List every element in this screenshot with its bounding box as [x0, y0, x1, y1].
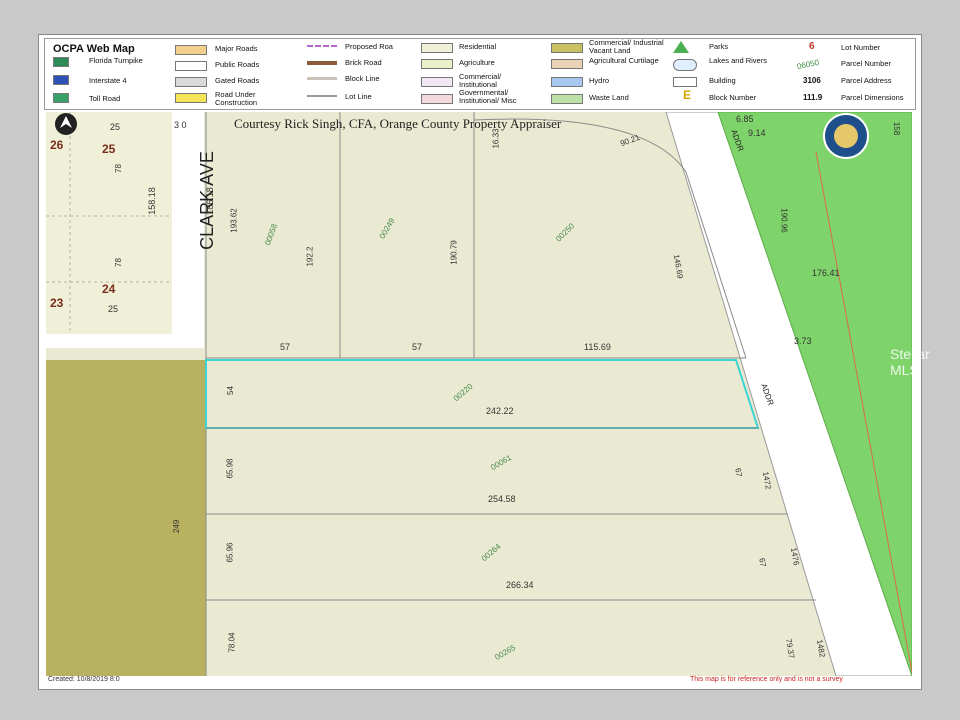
legend-interstate-4: Interstate 4	[89, 76, 127, 85]
parcel-00264-dim-b: 266.34	[506, 580, 534, 590]
parcel-00265-dim-a: 78.04	[227, 632, 237, 653]
parcel-number-sample: 06050	[796, 57, 820, 72]
lot-24: 24	[102, 282, 116, 296]
legend-waste-land: Waste Land	[589, 93, 629, 102]
residential-swatch	[421, 43, 453, 53]
building-swatch	[673, 77, 697, 87]
parcel-00264-dim-a: 65.96	[225, 542, 235, 563]
legend-block-number: Block Number	[709, 93, 757, 102]
turnpike-icon	[53, 57, 69, 67]
parcel-00250-dim-d: 115.69	[584, 342, 611, 352]
parcel-00061-dim-c: 67	[733, 467, 744, 478]
legend-vacant-land: Commercial/ Industrial Vacant Land	[589, 38, 664, 55]
legend-parks: Parks	[709, 42, 729, 51]
governmental-swatch	[421, 94, 453, 104]
stellar-mls-watermark: Stellar MLS	[890, 346, 930, 378]
parcel-00058-dim-c: 57	[280, 342, 291, 352]
lot-25: 25	[102, 142, 116, 156]
legend-agriculture: Agriculture	[459, 58, 495, 67]
legend-road-under-construction: Road Under Construction	[215, 90, 258, 107]
parcel-00249-dim-b: 57	[412, 342, 423, 352]
lakes-rivers-icon	[673, 59, 697, 71]
vacant-land-parcel	[46, 360, 206, 676]
disclaimer-text: This map is for reference only and is no…	[690, 676, 843, 683]
legend-lot-line: Lot Line	[345, 92, 372, 101]
dim-158: 158	[892, 121, 902, 136]
block-line-swatch	[307, 77, 337, 80]
selected-parcel-00220	[205, 359, 760, 429]
courtesy-banner: Courtesy Rick Singh, CFA, Orange County …	[234, 116, 562, 131]
parcel-address-sample: 3106	[803, 76, 821, 85]
legend-toll-road: Toll Road	[89, 94, 121, 103]
dim-3-73: 3.73	[794, 336, 812, 346]
legend-public-roads: Public Roads	[215, 60, 260, 69]
legend-agricultural-curtilage: Agricultural Curtilage	[589, 56, 659, 65]
legend-gated-roads: Gated Roads	[215, 76, 260, 85]
legend-title: OCPA Web Map	[53, 43, 135, 55]
legend-brick-road: Brick Road	[345, 58, 382, 67]
parcel-00220-dim-a: 54	[225, 386, 235, 395]
dim-25-bottom: 25	[108, 304, 119, 314]
dim-190-96: 190.96	[779, 208, 789, 233]
agriculture-swatch	[421, 59, 453, 69]
parcel-00061-dim-b: 254.58	[488, 494, 516, 504]
legend-lakes-rivers: Lakes and Rivers	[709, 56, 767, 65]
legend-proposed-road: Proposed Roa	[345, 42, 393, 51]
legend-building: Building	[709, 76, 736, 85]
parcel-00058-dim-a: 193.62	[229, 208, 239, 233]
map-canvas	[46, 112, 912, 676]
dim-158-18: 158.18	[146, 187, 157, 215]
dim-249: 249	[172, 519, 182, 534]
dim-30: 3 0	[174, 120, 187, 130]
legend-commercial-institutional: Commercial/ Institutional	[459, 72, 502, 89]
parcel-00220-dim-b: 242.22	[486, 406, 514, 416]
lot-line-swatch	[307, 95, 337, 97]
lot-number-sample: 6	[809, 41, 815, 52]
commercial-institutional-swatch	[421, 77, 453, 87]
legend-florida-turnpike: Florida Turnpike	[89, 56, 143, 65]
hydro-swatch	[551, 77, 583, 87]
legend-residential: Residential	[459, 42, 497, 51]
major-roads-swatch	[175, 45, 207, 55]
dim-6-85: 6.85	[736, 114, 754, 124]
legend-lot-number: Lot Number	[841, 43, 881, 52]
vacant-land-swatch	[551, 43, 583, 53]
created-date: Created: 10/8/2019 8:0	[48, 676, 120, 683]
parcel-00058-dim-b: 192.2	[305, 246, 315, 267]
map-legend: OCPA Web Map Florida Turnpike Interstate…	[44, 38, 916, 110]
curtilage-swatch	[551, 59, 583, 69]
legend-governmental: Governmental/ Institutional/ Misc	[459, 88, 517, 105]
parcel-map[interactable]: CLARK AVE ADDR ADDR 26 25 25 78 158.18 1…	[46, 112, 912, 676]
dim-9-14: 9.14	[748, 128, 766, 138]
parcel-dimension-sample: 111.9	[803, 93, 823, 102]
public-roads-swatch	[175, 61, 207, 71]
toll-road-icon	[53, 93, 69, 103]
dim-186-18: 186.18	[204, 187, 215, 215]
gated-roads-swatch	[175, 77, 207, 87]
legend-block-line: Block Line	[345, 74, 380, 83]
lot-23: 23	[50, 296, 64, 310]
brick-road-swatch	[307, 61, 337, 65]
interstate-icon	[53, 75, 69, 85]
block-letter-sample: E	[683, 88, 692, 102]
legend-major-roads: Major Roads	[215, 44, 258, 53]
road-construction-icon	[175, 93, 207, 103]
dim-78-top: 78	[113, 164, 123, 173]
parcel-00061-dim-a: 65.98	[225, 458, 235, 479]
parcel-00249-dim-a: 190.79	[449, 240, 459, 265]
parcel-00264-dim-c: 67	[757, 557, 768, 568]
dim-25-top: 25	[110, 122, 121, 132]
park-tree-icon	[673, 41, 689, 53]
dim-78-bottom: 78	[113, 258, 123, 267]
legend-hydro: Hydro	[589, 76, 610, 85]
dim-176-41: 176.41	[812, 268, 840, 278]
proposed-road-swatch	[307, 45, 337, 49]
lot-26: 26	[50, 138, 64, 152]
waste-land-swatch	[551, 94, 583, 104]
legend-parcel-number: Parcel Number	[841, 59, 892, 68]
legend-parcel-address: Parcel Address	[841, 76, 892, 85]
legend-parcel-dimensions: Parcel Dimensions	[841, 93, 904, 102]
